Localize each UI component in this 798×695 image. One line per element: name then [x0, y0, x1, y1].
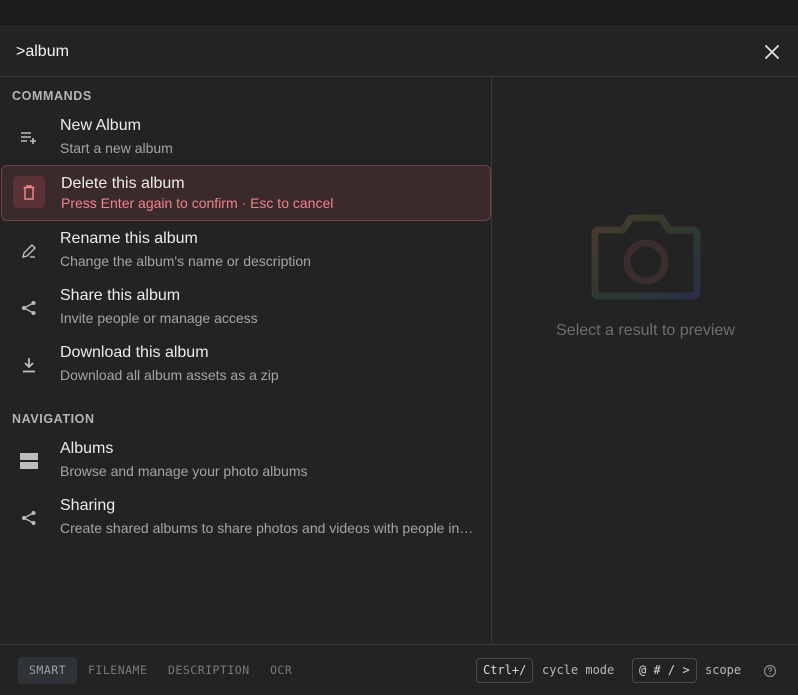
section-header-commands: COMMANDS [12, 89, 92, 103]
footer-bar: SMART FILENAME DESCRIPTION OCR Ctrl+/ cy… [0, 644, 798, 695]
search-input[interactable] [16, 39, 736, 65]
nav-subtitle: Create shared albums to share photos and… [60, 520, 475, 536]
close-button[interactable] [760, 40, 784, 64]
results-list: COMMANDS New Album Start a new album Del… [0, 77, 492, 644]
command-subtitle: Start a new album [60, 140, 173, 156]
trash-icon [13, 176, 45, 208]
share-icon [13, 502, 45, 534]
scope-hint: scope [705, 663, 742, 677]
command-palette: COMMANDS New Album Start a new album Del… [0, 0, 798, 695]
command-subtitle: Invite people or manage access [60, 310, 258, 326]
nav-sharing[interactable]: Sharing Create shared albums to share ph… [0, 490, 492, 546]
command-title: Download this album [60, 344, 209, 361]
command-title: Delete this album [61, 175, 185, 192]
command-confirm-hint: Press Enter again to confirm · Esc to ca… [61, 195, 334, 211]
cycle-mode-kbd: Ctrl+/ [476, 658, 534, 683]
cycle-mode-hint: cycle mode [542, 663, 615, 677]
command-title: New Album [60, 117, 141, 134]
albums-icon [13, 445, 45, 477]
preview-pane: Select a result to preview [493, 77, 798, 644]
command-delete-album[interactable]: Delete this album Press Enter again to c… [1, 165, 491, 221]
command-rename-album[interactable]: Rename this album Change the album's nam… [0, 223, 492, 279]
command-title: Rename this album [60, 230, 198, 247]
download-icon [13, 349, 45, 381]
scope-kbd: @ # / > [632, 658, 697, 683]
mode-tab-filename[interactable]: FILENAME [77, 657, 158, 684]
nav-title: Sharing [60, 497, 116, 514]
top-strip [0, 0, 798, 27]
share-icon [13, 292, 45, 324]
command-new-album[interactable]: New Album Start a new album [0, 110, 492, 166]
mode-tab-smart[interactable]: SMART [18, 657, 78, 684]
command-download-album[interactable]: Download this album Download all album a… [0, 337, 492, 393]
camera-icon [591, 214, 701, 300]
mode-tab-ocr[interactable]: OCR [259, 657, 303, 684]
close-icon [765, 45, 779, 59]
command-subtitle: Download all album assets as a zip [60, 367, 279, 383]
section-header-navigation: NAVIGATION [12, 412, 95, 426]
nav-subtitle: Browse and manage your photo albums [60, 463, 308, 479]
nav-title: Albums [60, 440, 114, 457]
search-bar [0, 27, 798, 77]
nav-albums[interactable]: Albums Browse and manage your photo albu… [0, 433, 492, 489]
command-share-album[interactable]: Share this album Invite people or manage… [0, 280, 492, 336]
playlist-add-icon [13, 122, 45, 154]
preview-placeholder: Select a result to preview [556, 322, 735, 339]
mode-tab-description[interactable]: DESCRIPTION [157, 657, 261, 684]
command-subtitle: Change the album's name or description [60, 253, 311, 269]
pencil-icon [13, 235, 45, 267]
command-title: Share this album [60, 287, 181, 304]
help-icon[interactable] [762, 663, 778, 679]
